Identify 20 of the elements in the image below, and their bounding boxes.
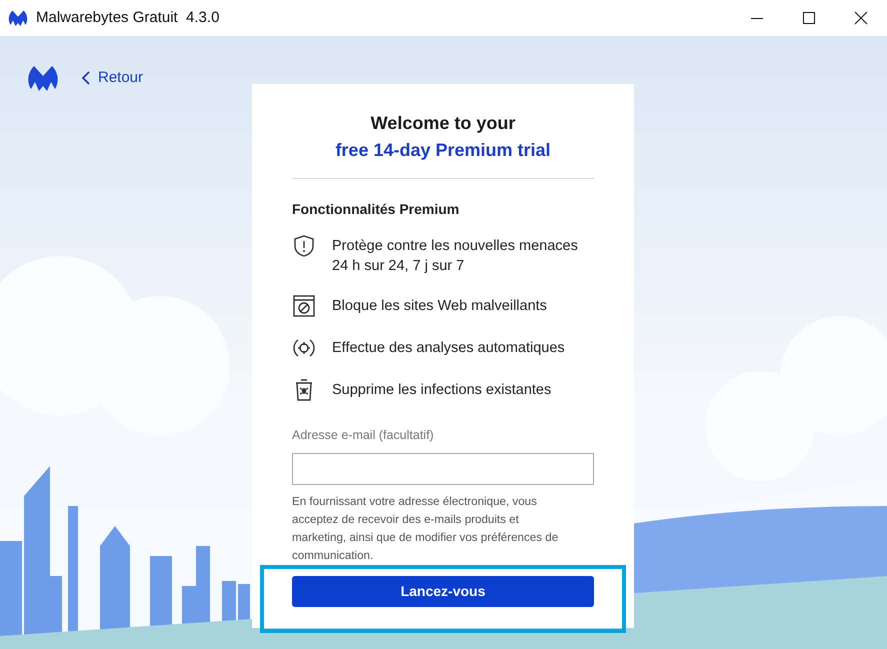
start-button[interactable]: Lancez-vous: [292, 576, 594, 607]
app-logo-icon: [8, 9, 28, 27]
feature-text: Supprime les infections existantes: [332, 381, 552, 400]
feature-text: Effectue des analyses automatiques: [332, 339, 565, 358]
blocked-page-icon: [292, 294, 316, 318]
close-icon: [854, 11, 868, 25]
chevron-left-icon: [82, 71, 90, 85]
consent-notice: En fournissant votre adresse électronique, vous acceptez de recevoir des e-mails produits et marketing, ainsi que de modifier vos préférences de communication.: [292, 494, 560, 564]
app-logo-icon: [27, 64, 59, 92]
email-field[interactable]: [292, 452, 594, 485]
field-label: Adresse e-mail (facultatif): [292, 427, 435, 444]
window-title: Malwarebytes Gratuit 4.3.0: [36, 8, 220, 28]
card-title: Welcome to your: [370, 112, 516, 135]
section-heading: Fonctionnalités Premium: [292, 200, 460, 219]
shield-icon: [292, 234, 316, 258]
feature-text: Protège contre les nouvelles menaces 24 h sur 24, 7 j sur 7: [332, 237, 578, 276]
card-subtitle: free 14-day Premium trial: [334, 139, 552, 162]
back-link[interactable]: Retour: [82, 66, 144, 90]
feature-text: Bloque les sites Web malveillants: [332, 297, 547, 316]
maximize-icon: [802, 11, 816, 25]
